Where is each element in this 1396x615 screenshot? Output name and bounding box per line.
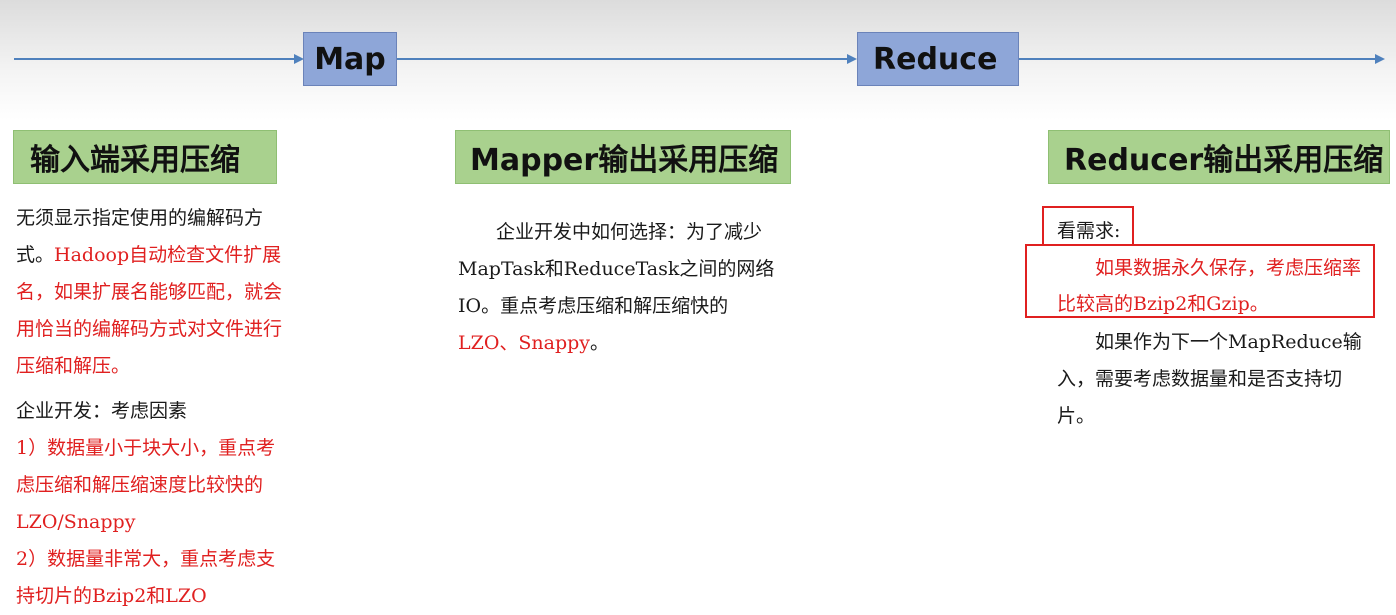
arrowhead-2	[847, 54, 857, 64]
mapper-body-end: 。	[590, 332, 610, 354]
mapper-output-title-text: Mapper输出采用压缩	[470, 143, 779, 178]
reducer-body-text: 如果作为下一个MapReduce输入，需要考虑数据量和是否支持切片。	[1057, 331, 1362, 427]
mapper-body-emphasis: LZO、Snappy	[458, 332, 591, 354]
mapper-output-body: 企业开发中如何选择：为了减少MapTask和ReduceTask之间的网络IO。…	[458, 214, 780, 362]
reducer-highlight-text: 如果数据永久保存，考虑压缩率比较高的Bzip2和Gzip。	[1057, 257, 1362, 315]
need-label: 看需求:	[1057, 212, 1147, 250]
map-stage-box: Map	[303, 32, 397, 86]
reducer-body: 如果作为下一个MapReduce输入，需要考虑数据量和是否支持切片。	[1057, 324, 1375, 435]
mapper-output-title: Mapper输出采用压缩	[455, 130, 791, 184]
input-intro: 无须显示指定使用的编解码方式。Hadoop自动检查文件扩展名，如果扩展名能够匹配…	[16, 200, 290, 385]
need-label-text: 看需求:	[1057, 220, 1121, 242]
flow-line-1	[14, 58, 294, 60]
input-compression-title-text: 输入端采用压缩	[30, 143, 240, 178]
reducer-highlight: 如果数据永久保存，考虑压缩率比较高的Bzip2和Gzip。	[1057, 250, 1375, 322]
input-compression-title: 输入端采用压缩	[13, 130, 277, 184]
factor-1: 1）数据量小于块大小，重点考虑压缩和解压缩速度比较快的LZO/Snappy	[16, 437, 276, 533]
factors-heading: 企业开发：考虑因素	[16, 400, 188, 422]
reduce-stage-box: Reduce	[857, 32, 1019, 86]
input-intro-emphasis: Hadoop自动检查文件扩展名，如果扩展名能够匹配，就会用恰当的编解码方式对文件…	[16, 244, 283, 377]
input-compression-body: 无须显示指定使用的编解码方式。Hadoop自动检查文件扩展名，如果扩展名能够匹配…	[16, 200, 290, 615]
map-stage-label: Map	[314, 41, 386, 77]
reducer-output-title: Reducer输出采用压缩	[1048, 130, 1390, 184]
arrowhead-3	[1375, 54, 1385, 64]
flow-line-3	[1019, 58, 1375, 60]
mapper-body-text: 企业开发中如何选择：为了减少MapTask和ReduceTask之间的网络IO。…	[458, 221, 775, 317]
reduce-stage-label: Reduce	[873, 41, 998, 77]
reducer-output-title-text: Reducer输出采用压缩	[1064, 143, 1384, 178]
factor-2: 2）数据量非常大，重点考虑支持切片的Bzip2和LZO	[16, 548, 276, 607]
flow-line-2	[397, 58, 847, 60]
header-band	[0, 0, 1396, 120]
